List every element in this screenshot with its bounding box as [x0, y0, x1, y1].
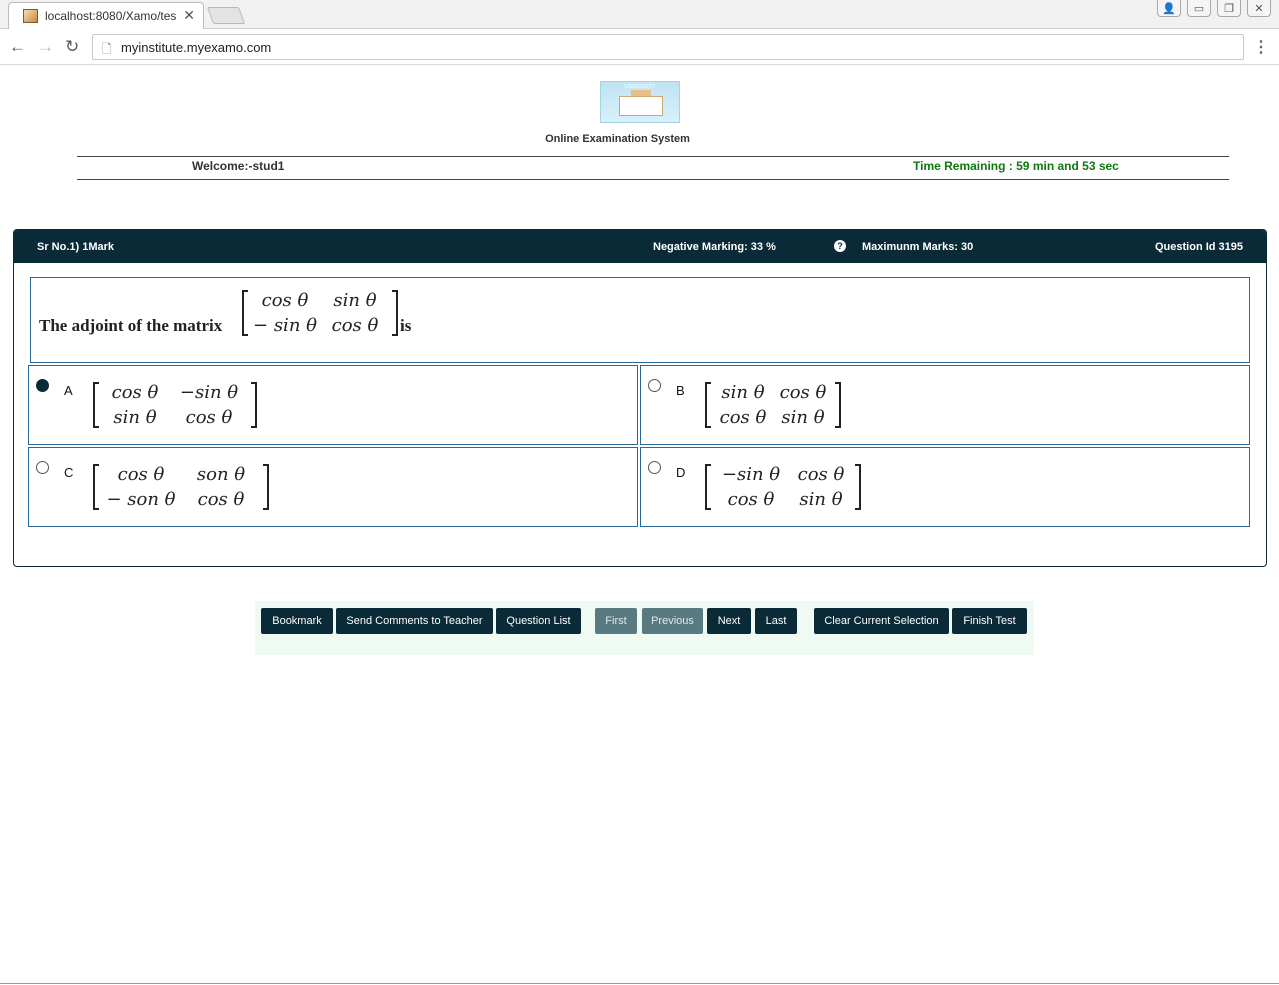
matrix-cell: −sin θ	[721, 464, 781, 485]
question-matrix: cos θ sin θ − sin θ cos θ	[242, 288, 398, 338]
clear-selection-button[interactable]: Clear Current Selection	[814, 608, 949, 634]
bookmark-button[interactable]: Bookmark	[261, 608, 333, 634]
url-text: myinstitute.myexamo.com	[121, 40, 272, 55]
favicon-icon	[23, 9, 38, 23]
reload-icon[interactable]: ↻	[65, 37, 79, 57]
question-list-button[interactable]: Question List	[496, 608, 581, 634]
restore-icon[interactable]: ❐	[1217, 0, 1241, 17]
close-window-icon[interactable]: ✕	[1247, 0, 1271, 17]
matrix-cell: cos θ	[779, 382, 827, 403]
question-id: Question Id 3195	[1155, 241, 1244, 253]
option-b[interactable]: B sin θ cos θ cos θ sin θ	[640, 365, 1250, 445]
matrix-cell: son θ	[196, 464, 246, 485]
question-header: Sr No.1) 1Mark Negative Marking: 33 % ? …	[14, 230, 1266, 263]
navigation-button-bar: Bookmark Send Comments to Teacher Questi…	[255, 601, 1034, 655]
divider	[0, 983, 1279, 984]
option-matrix: cos θ −sin θ sin θ cos θ	[93, 380, 257, 430]
tab-title: localhost:8080/Xamo/tes	[45, 9, 177, 23]
divider	[77, 156, 1229, 157]
question-panel: Sr No.1) 1Mark Negative Marking: 33 % ? …	[13, 229, 1267, 567]
next-button[interactable]: Next	[707, 608, 751, 634]
option-d-radio[interactable]	[648, 461, 661, 474]
back-arrow-icon[interactable]: ←	[9, 37, 26, 57]
close-tab-icon[interactable]: ✕	[183, 7, 195, 24]
option-d[interactable]: D −sin θ cos θ cos θ sin θ	[640, 447, 1250, 527]
matrix-cell: cos θ	[797, 464, 845, 485]
page-icon: 🗋	[102, 42, 112, 56]
option-a[interactable]: A cos θ −sin θ sin θ cos θ	[28, 365, 638, 445]
matrix-cell: cos θ	[331, 315, 379, 336]
address-bar[interactable]: 🗋 myinstitute.myexamo.com	[92, 34, 1244, 60]
browser-tab-strip: localhost:8080/Xamo/tes ✕ 👤 ▭ ❐ ✕	[0, 0, 1279, 29]
matrix-cell: − son θ	[106, 489, 176, 510]
divider	[77, 179, 1229, 180]
last-button[interactable]: Last	[755, 608, 797, 634]
negative-marking: Negative Marking: 33 %	[653, 241, 776, 253]
option-matrix: sin θ cos θ cos θ sin θ	[705, 380, 841, 430]
user-icon[interactable]: 👤	[1157, 0, 1181, 17]
option-label: D	[676, 465, 686, 480]
matrix-cell: cos θ	[261, 290, 309, 311]
matrix-cell: cos θ	[197, 489, 245, 510]
option-c-radio[interactable]	[36, 461, 49, 474]
window-controls: 👤 ▭ ❐ ✕	[1157, 0, 1271, 17]
time-remaining: Time Remaining : 59 min and 53 sec	[913, 159, 1119, 173]
option-a-radio[interactable]	[36, 379, 49, 392]
minimize-icon[interactable]: ▭	[1187, 0, 1211, 17]
matrix-cell: sin θ	[113, 407, 157, 428]
option-label: A	[64, 383, 73, 398]
option-label: B	[676, 383, 685, 398]
new-tab-button[interactable]	[206, 7, 246, 24]
max-marks: Maximunm Marks: 30	[862, 241, 974, 253]
welcome-text: Welcome:-stud1	[192, 159, 285, 173]
system-name: Online Examination System	[545, 133, 690, 145]
send-comments-button[interactable]: Send Comments to Teacher	[336, 608, 493, 634]
question-text-suffix: is	[400, 316, 412, 335]
option-label: C	[64, 465, 74, 480]
matrix-cell: cos θ	[727, 489, 775, 510]
browser-toolbar: ← → ↻ 🗋 myinstitute.myexamo.com ⋮	[0, 29, 1279, 65]
option-matrix: cos θ son θ − son θ cos θ	[93, 462, 269, 512]
matrix-cell: sin θ	[799, 489, 843, 510]
question-text-box: The adjoint of the matrix cos θ sin θ − …	[30, 277, 1250, 363]
matrix-cell: cos θ	[719, 407, 767, 428]
matrix-cell: cos θ	[117, 464, 165, 485]
matrix-cell: −sin θ	[179, 382, 239, 403]
browser-tab[interactable]: localhost:8080/Xamo/tes ✕	[8, 2, 204, 29]
option-c[interactable]: C cos θ son θ − son θ cos θ	[28, 447, 638, 527]
matrix-cell: cos θ	[111, 382, 159, 403]
institute-logo: UNIVERSITY	[600, 81, 680, 123]
question-text: The adjoint of the matrix	[39, 316, 223, 335]
matrix-cell: cos θ	[185, 407, 233, 428]
matrix-cell: sin θ	[781, 407, 825, 428]
forward-arrow-icon[interactable]: →	[37, 37, 54, 57]
sr-no: Sr No.1) 1Mark	[37, 241, 115, 253]
matrix-cell: sin θ	[721, 382, 765, 403]
matrix-cell: sin θ	[333, 290, 377, 311]
help-icon[interactable]: ?	[834, 240, 846, 252]
option-matrix: −sin θ cos θ cos θ sin θ	[705, 462, 861, 512]
option-b-radio[interactable]	[648, 379, 661, 392]
browser-menu-icon[interactable]: ⋮	[1253, 37, 1269, 57]
first-button[interactable]: First	[595, 608, 637, 634]
matrix-cell: − sin θ	[253, 315, 317, 336]
previous-button[interactable]: Previous	[642, 608, 703, 634]
finish-test-button[interactable]: Finish Test	[952, 608, 1027, 634]
